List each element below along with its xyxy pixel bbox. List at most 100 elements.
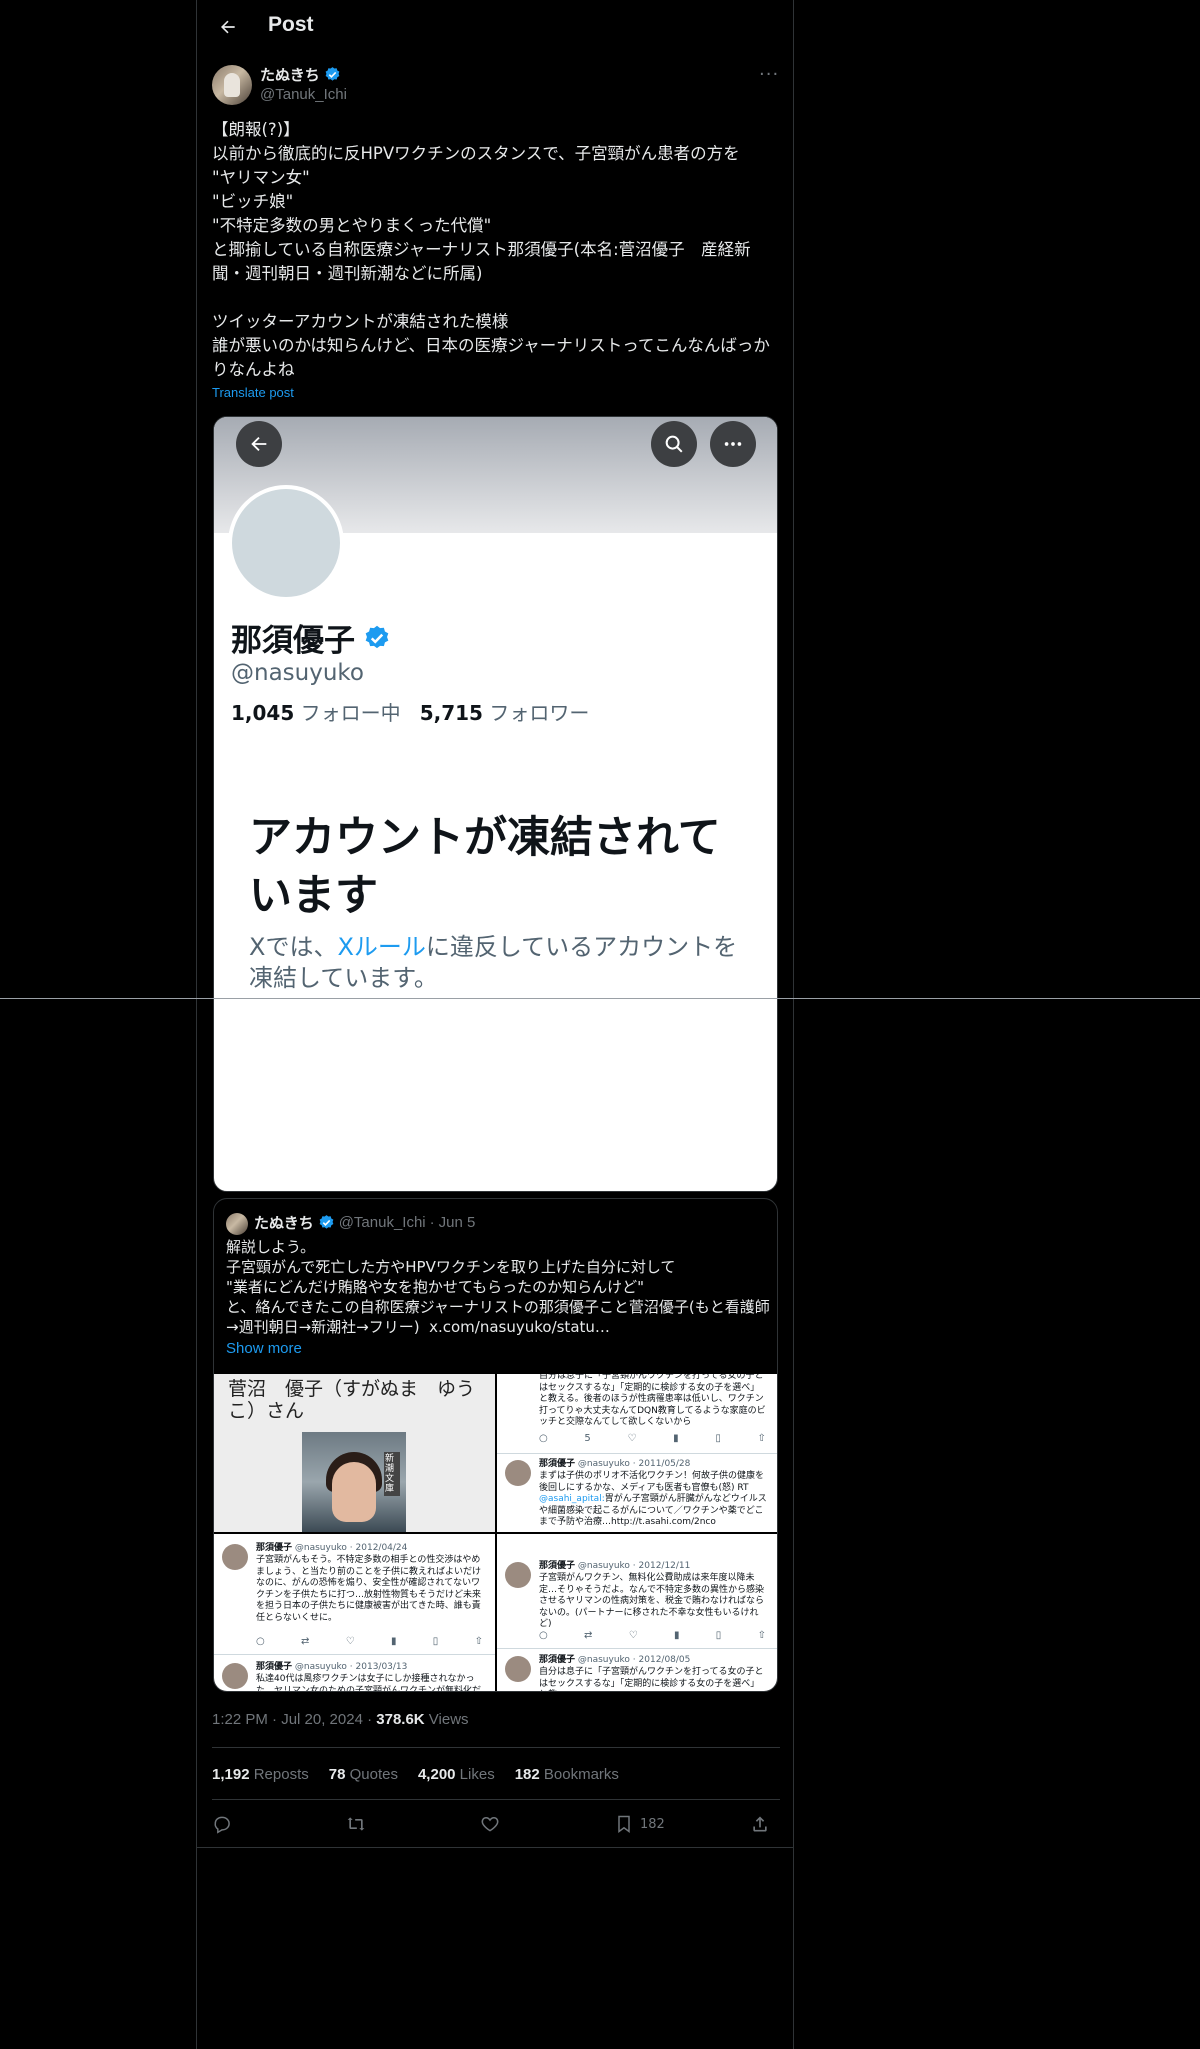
reply-icon	[214, 1816, 230, 1834]
embedded-tweet-name: 那須優子	[539, 1655, 576, 1665]
account-frozen-subtitle: Xでは、Xルールに違反しているアカウントを凍結しています。	[249, 932, 749, 994]
quote-image-1[interactable]: 菅沼 優子（すがぬま ゆうこ）さん 新潮文庫	[214, 1374, 495, 1532]
share-icon: ⇧	[474, 1636, 483, 1647]
author-avatar[interactable]	[212, 65, 252, 105]
embedded-tweet-text: 自分は息子に「子宮頸がんワクチンを打ってる女の子とはセックスするな」「定期的に検…	[539, 1374, 766, 1427]
embedded-tweet-avatar	[505, 1656, 531, 1682]
author-name-row[interactable]: たぬきち	[260, 64, 341, 85]
back-arrow-icon	[251, 436, 267, 452]
embedded-tweet-name: 那須優子	[539, 1459, 576, 1469]
overlay-line	[0, 998, 1200, 999]
embedded-tweet-handle: @nasuyuko · 2012/04/24	[294, 1543, 408, 1553]
embedded-tweet-header: 那須優子 @nasuyuko · 2012/12/11	[539, 1560, 690, 1572]
reposts-stat[interactable]: 1,192 Reposts	[212, 1766, 309, 1783]
following-label: フォロー中	[294, 701, 401, 725]
quotes-stat[interactable]: 78 Quotes	[329, 1766, 398, 1783]
embedded-tweet-handle: @nasuyuko · 2012/08/05	[577, 1655, 691, 1665]
share-icon	[753, 1816, 767, 1832]
reply-icon: ○	[539, 1630, 548, 1641]
bookmarks-count: 182	[514, 1766, 540, 1783]
back-arrow-icon	[221, 20, 235, 34]
verified-badge-icon	[365, 625, 389, 648]
views-icon: ▮	[673, 1433, 679, 1444]
back-button[interactable]	[215, 14, 241, 40]
x-rules-link: Xルール	[337, 933, 426, 961]
embedded-tweet-text: 子宮頸がんワクチン、無料化公費助成は来年度以降未定…そりゃそうだよ。なんで不特定…	[539, 1573, 765, 1629]
bookmark-icon	[618, 1815, 630, 1833]
reply-button[interactable]	[212, 1810, 232, 1838]
post-image[interactable]: 那須優子 @nasuyuko 1,045 フォロー中 5,715 フォロワー ア…	[213, 416, 778, 1192]
reposts-label: Reposts	[249, 1766, 309, 1783]
quote-image-4[interactable]: 那須優子 @nasuyuko · 2012/12/11 子宮頸がんワクチン、無料…	[497, 1534, 777, 1691]
book-sign: 新潮文庫	[384, 1452, 400, 1496]
repost-icon: ⇄	[301, 1636, 310, 1647]
embedded-tweet-name: 那須優子	[256, 1662, 293, 1672]
quote-separator: ·	[429, 1214, 435, 1231]
portrait-face	[332, 1462, 376, 1522]
bookmark-icon: ▯	[715, 1433, 721, 1444]
author-name[interactable]: たぬきち	[260, 64, 320, 85]
action-bar: 182	[212, 1810, 780, 1838]
repost-icon	[347, 1817, 365, 1831]
likes-count: 4,200	[417, 1766, 456, 1783]
more-icon[interactable]: ···	[759, 64, 779, 85]
bookmark-count: 182	[640, 1816, 665, 1832]
embedded-tweet-header: 那須優子 @nasuyuko · 2013/03/13	[256, 1661, 407, 1673]
like-icon: ♡	[345, 1636, 355, 1647]
quotes-count: 78	[328, 1766, 346, 1783]
quote-author-avatar	[226, 1213, 248, 1235]
quote-text: 解説しよう。 子宮頸がんで死亡した方やHPVワクチンを取り上げた自分に対して "…	[226, 1238, 770, 1336]
embedded-tweet-handle: @nasuyuko · 2011/05/28	[577, 1459, 691, 1469]
embedded-tweet-link: @asahi_apital:	[539, 1494, 605, 1504]
views-icon: ▮	[673, 1630, 680, 1641]
embedded-tweet-name: 那須優子	[256, 1543, 293, 1553]
quote-image-3[interactable]: 那須優子 @nasuyuko · 2012/04/24 子宮頸がんもそう。不特定…	[214, 1534, 495, 1691]
quote-image-2[interactable]: 自分は息子に「子宮頸がんワクチンを打ってる女の子とはセックスするな」「定期的に検…	[497, 1374, 777, 1532]
repost-icon: ⇄	[584, 1630, 593, 1641]
quote-author-name: たぬきち	[254, 1214, 314, 1232]
bookmark-button[interactable]: 182	[614, 1810, 665, 1838]
embedded-tweet-avatar	[505, 1562, 531, 1588]
like-button[interactable]	[480, 1810, 500, 1838]
views-label: Views	[424, 1711, 469, 1728]
embedded-tweet-text: 私達40代は風疹ワクチンは女子にしか接種されなかった。ヤリマン女のための子宮頸が…	[256, 1674, 482, 1691]
frozen-account-name-row: 那須優子	[231, 615, 391, 660]
subtitle-pre: Xでは、	[249, 933, 338, 961]
profile-caption: 菅沼 優子（すがぬま ゆうこ）さん	[228, 1378, 476, 1422]
reply-icon: ○	[539, 1433, 548, 1444]
divider	[197, 1847, 793, 1848]
quotes-label: Quotes	[345, 1766, 398, 1783]
embedded-tweet-avatar	[222, 1663, 248, 1689]
repost-button[interactable]	[346, 1810, 366, 1838]
followers-count: 5,715	[419, 701, 483, 725]
portrait-photo: 新潮文庫	[302, 1432, 406, 1532]
post-timestamp: 1:22 PM · Jul 20, 2024 · 378.6K Views	[212, 1711, 469, 1728]
tweet-divider	[214, 1654, 495, 1655]
frozen-account-name: 那須優子	[231, 623, 355, 659]
bookmarks-stat[interactable]: 182 Bookmarks	[515, 1766, 619, 1783]
author-handle[interactable]: @Tanuk_Ichi	[260, 86, 347, 103]
verified-badge-icon	[325, 67, 340, 81]
embedded-tweet-header: 那須優子 @nasuyuko · 2012/04/24	[256, 1542, 407, 1554]
image-back-button	[236, 421, 282, 467]
frozen-account-handle: @nasuyuko	[231, 660, 364, 686]
quote-image-grid: 菅沼 優子（すがぬま ゆうこ）さん 新潮文庫 自分は息子に「子宮頸がんワクチンを…	[214, 1374, 777, 1691]
tweet-divider	[497, 1453, 777, 1454]
show-more-link[interactable]: Show more	[226, 1340, 302, 1357]
likes-stat[interactable]: 4,200 Likes	[418, 1766, 495, 1783]
header: Post	[197, 0, 793, 53]
timestamp-text[interactable]: 1:22 PM · Jul 20, 2024 ·	[212, 1711, 376, 1728]
bookmark-icon: ▯	[432, 1636, 439, 1647]
embedded-tweet-text-1: まずは子供のポリオ不活化ワクチン！何故子供の健康を後回しにするかな、メディアも医…	[539, 1471, 765, 1493]
translate-post-link[interactable]: Translate post	[212, 385, 294, 400]
image-more-button	[710, 421, 756, 467]
share-button[interactable]	[750, 1810, 770, 1838]
post-column: Post たぬきち @Tanuk_Ichi ··· 【朗報(?)】 以前から徹底…	[196, 0, 794, 2049]
reposts-count: 1,192	[212, 1766, 250, 1783]
post-text: 【朗報(?)】 以前から徹底的に反HPVワクチンのスタンスで、子宮頸がん患者の方…	[212, 120, 770, 379]
more-icon	[724, 442, 742, 446]
embedded-tweet-handle: @nasuyuko · 2012/12/11	[577, 1561, 691, 1571]
embedded-tweet-avatar	[505, 1460, 531, 1486]
views-count: 378.6K	[376, 1711, 425, 1728]
quoted-post[interactable]: たぬきち @Tanuk_Ichi · Jun 5 解説しよう。 子宮頸がんで死亡…	[213, 1198, 778, 1692]
